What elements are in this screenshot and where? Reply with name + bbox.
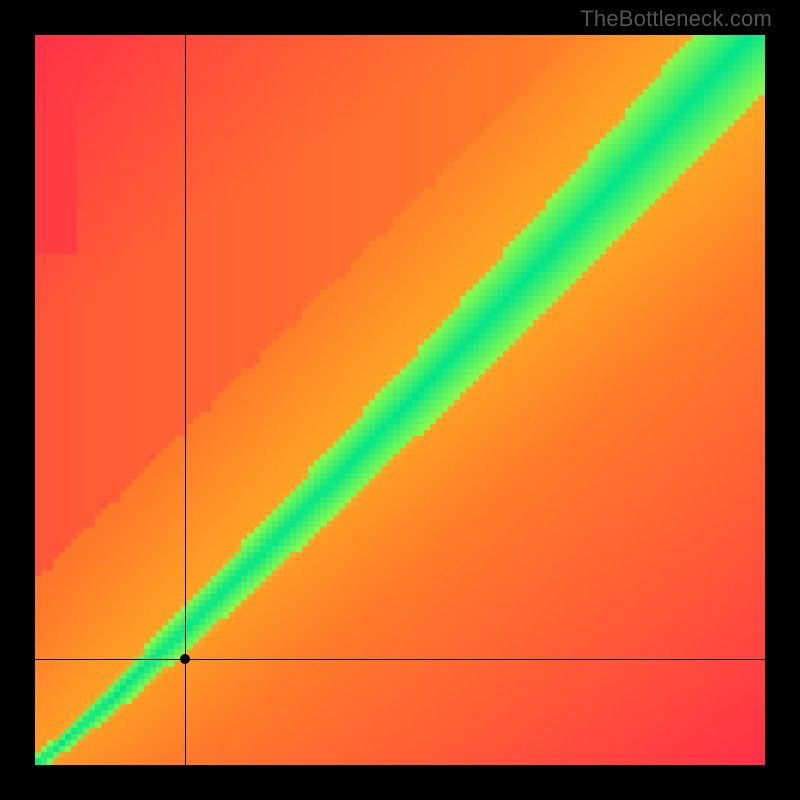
watermark-text: TheBottleneck.com xyxy=(580,6,772,32)
crosshair-horizontal xyxy=(35,659,765,660)
plot-area xyxy=(35,35,765,765)
selected-point xyxy=(180,654,190,664)
heatmap-canvas xyxy=(35,35,765,765)
chart-frame: TheBottleneck.com xyxy=(0,0,800,800)
